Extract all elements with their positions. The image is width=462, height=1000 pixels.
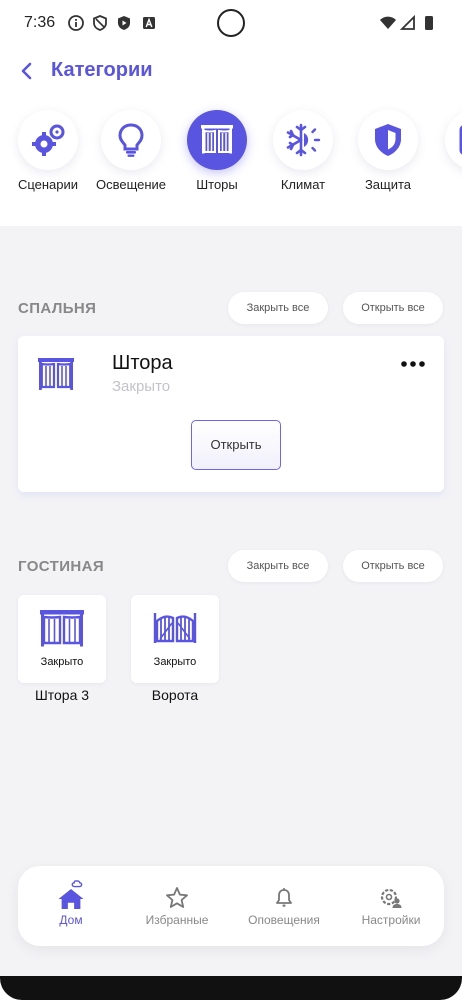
device-name: Штора <box>112 352 173 374</box>
category-icon-circle-active <box>187 110 247 170</box>
close-all-button[interactable]: Закрыть все <box>228 292 328 324</box>
wifi-icon <box>380 16 396 29</box>
section-title-bedroom: СПАЛЬНЯ <box>18 300 97 317</box>
nav-favorites[interactable]: Избранные <box>124 866 230 946</box>
settings-user-icon <box>380 888 402 908</box>
category-icon-circle <box>445 110 462 170</box>
bell-icon <box>276 888 292 907</box>
gate-icon <box>153 613 197 643</box>
category-icon-circle <box>101 110 161 170</box>
app-screen: 7:36 Категории Сценарии Освещение Шторы … <box>0 0 462 1000</box>
app-header: Категории <box>0 48 462 96</box>
camera-cutout <box>217 9 245 37</box>
category-lighting[interactable]: Освещение <box>86 110 176 192</box>
gears-icon <box>32 124 65 156</box>
category-sensors[interactable]: Да <box>430 110 462 192</box>
battery-icon <box>425 16 433 30</box>
device-name: Ворота <box>151 687 199 703</box>
device-state: Закрыто <box>112 378 171 395</box>
sensor-icon <box>459 125 462 155</box>
open-all-button[interactable]: Открыть все <box>343 550 443 582</box>
signal-icon <box>399 14 415 30</box>
home-icon <box>58 880 84 909</box>
category-scenarios[interactable]: Сценарии <box>3 110 93 192</box>
back-arrow-icon[interactable] <box>16 60 38 82</box>
nav-label: Настройки <box>361 913 421 927</box>
play-shield-icon <box>118 16 130 30</box>
category-icon-circle <box>358 110 418 170</box>
nav-settings[interactable]: Настройки <box>338 866 444 946</box>
category-icon-circle <box>18 110 78 170</box>
category-label: Сценарии <box>17 177 79 192</box>
nav-notifications[interactable]: Оповещения <box>231 866 337 946</box>
category-label: Климат <box>280 177 326 192</box>
category-icon-circle <box>273 110 333 170</box>
open-button[interactable]: Открыть <box>191 420 281 470</box>
bulb-icon <box>118 123 144 157</box>
vpn-shield-icon <box>93 15 107 31</box>
category-label: Шторы <box>196 177 238 192</box>
device-name: Штора 3 <box>34 687 90 703</box>
snowflake-sun-icon <box>286 123 321 157</box>
category-label: Защита <box>364 177 412 192</box>
bottom-nav: Дом Избранные Оповещения Настройки <box>18 866 444 946</box>
nav-home[interactable]: Дом <box>18 866 124 946</box>
nav-label: Дом <box>59 913 83 927</box>
font-box-icon <box>143 17 155 29</box>
info-icon <box>68 15 84 31</box>
close-all-button[interactable]: Закрыть все <box>228 550 328 582</box>
nav-label: Избранные <box>145 913 209 927</box>
category-climate[interactable]: Климат <box>258 110 348 192</box>
curtain-icon <box>40 610 84 647</box>
device-tile[interactable]: Закрыто <box>131 595 219 683</box>
category-label: Освещение <box>95 177 167 192</box>
open-all-button[interactable]: Открыть все <box>343 292 443 324</box>
category-strip: Сценарии Освещение Шторы Климат Защита <box>0 110 462 206</box>
category-curtains[interactable]: Шторы <box>172 110 262 192</box>
device-tile[interactable]: Закрыто <box>18 595 106 683</box>
device-state: Закрыто <box>153 656 197 668</box>
category-security[interactable]: Защита <box>343 110 433 192</box>
star-icon <box>166 887 188 908</box>
device-card[interactable]: Штора Закрыто Открыть <box>18 336 444 492</box>
curtain-icon <box>201 125 233 154</box>
status-time: 7:36 <box>24 14 56 31</box>
system-nav-bar <box>0 976 462 1000</box>
section-title-living: ГОСТИНАЯ <box>18 558 105 575</box>
shield-icon <box>375 124 401 156</box>
curtain-icon <box>38 358 74 390</box>
main-content: СПАЛЬНЯ Закрыть все Открыть все Штора За… <box>0 226 462 976</box>
category-label: Да <box>430 177 462 192</box>
nav-label: Оповещения <box>248 913 320 927</box>
status-bar: 7:36 <box>0 0 462 48</box>
page-title: Категории <box>51 59 153 81</box>
more-options-icon[interactable] <box>400 360 426 368</box>
device-state: Закрыто <box>40 656 84 668</box>
